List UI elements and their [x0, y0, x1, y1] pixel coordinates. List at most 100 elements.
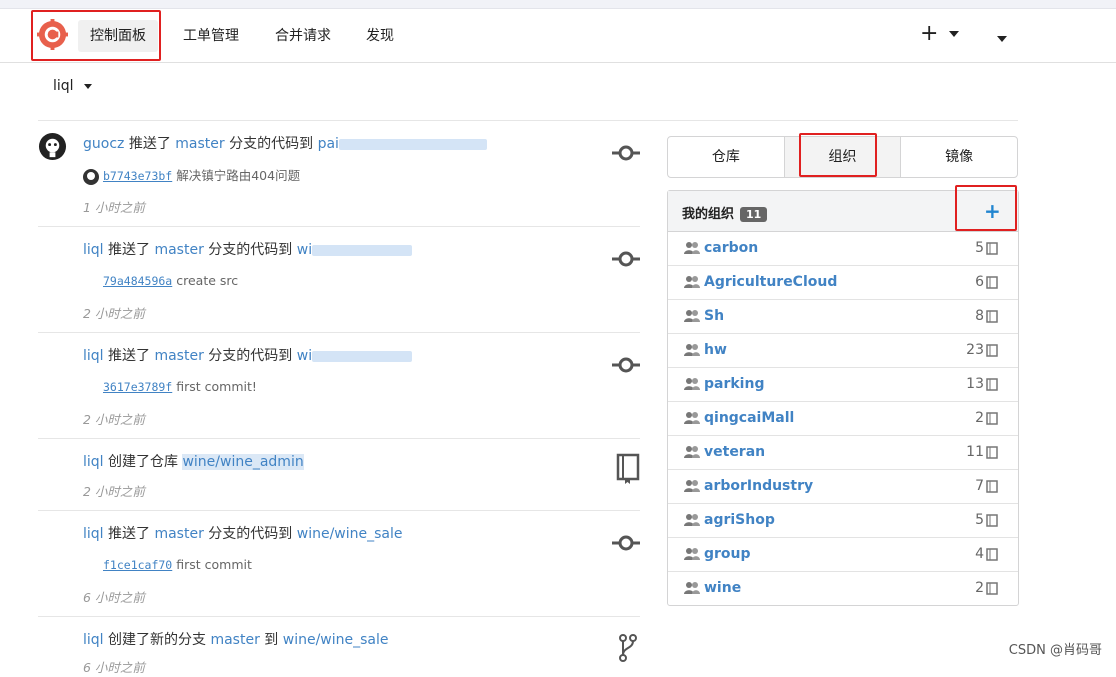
- create-new-button[interactable]: +: [920, 23, 959, 45]
- branch-link[interactable]: master: [154, 348, 203, 364]
- commit-message: create src: [176, 273, 238, 288]
- organization-name[interactable]: group: [704, 546, 751, 562]
- navbar: 控制面板 工单管理 合并请求 发现 +: [0, 9, 1116, 63]
- organization-row[interactable]: parking13: [668, 368, 1018, 402]
- commit-sha-link[interactable]: 79a484596a: [103, 274, 172, 288]
- action-text: 创建了仓库: [108, 454, 178, 470]
- organization-row[interactable]: AgricultureCloud 6: [668, 266, 1018, 300]
- tab-repositories[interactable]: 仓库: [668, 137, 785, 177]
- actor-link[interactable]: liql: [83, 454, 104, 470]
- organization-name[interactable]: hw: [704, 342, 727, 358]
- commit-sha-link[interactable]: 3617e3789f: [103, 380, 172, 394]
- organization-name[interactable]: arborIndustry: [704, 478, 813, 494]
- actor-link[interactable]: guocz: [83, 136, 124, 152]
- branch-link[interactable]: master: [175, 136, 224, 152]
- feed-item: liql 推送了 master 分支的代码到 wine/wine_sale f1…: [38, 511, 640, 617]
- book-icon: [986, 514, 998, 528]
- user-menu-dropdown[interactable]: [997, 36, 1007, 42]
- organization-repo-count: 6: [975, 274, 984, 290]
- organization-row[interactable]: Sh 8: [668, 300, 1018, 334]
- users-icon: [684, 377, 700, 391]
- users-icon: [684, 445, 700, 459]
- organization-name[interactable]: veteran: [704, 444, 765, 460]
- feed-item: liql 推送了 master 分支的代码到 wi 3617e3789f fir…: [38, 333, 640, 439]
- actor-link[interactable]: liql: [83, 242, 104, 258]
- users-icon: [684, 343, 700, 357]
- book-icon: [986, 582, 998, 596]
- repo-link[interactable]: wine/wine_admin: [182, 454, 303, 470]
- users-icon: [684, 479, 700, 493]
- timestamp: 1 小时之前: [83, 197, 145, 216]
- organization-row[interactable]: group4: [668, 538, 1018, 572]
- commit-sha-link[interactable]: f1ce1caf70: [103, 558, 172, 572]
- nav-explore[interactable]: 发现: [366, 20, 394, 52]
- organization-row[interactable]: arborIndustry7: [668, 470, 1018, 504]
- actor-link[interactable]: liql: [83, 348, 104, 364]
- action-mid-text: 到: [264, 632, 278, 648]
- add-organization-button[interactable]: +: [984, 199, 1001, 223]
- organization-repo-count: 2: [975, 580, 984, 596]
- organization-repo-count: 8: [975, 308, 984, 324]
- browser-top-strip: [0, 0, 1116, 9]
- repo-link[interactable]: wi: [297, 242, 312, 258]
- organization-row[interactable]: agriShop 5: [668, 504, 1018, 538]
- organization-name[interactable]: agriShop: [704, 512, 775, 528]
- feed-item: guocz 推送了 master 分支的代码到 pai b7743e73bf 解…: [38, 121, 640, 227]
- repo-link[interactable]: wi: [297, 348, 312, 364]
- tab-mirrors[interactable]: 镜像: [901, 137, 1017, 177]
- actor-link[interactable]: liql: [83, 632, 104, 648]
- organization-name[interactable]: wine: [704, 580, 741, 596]
- organization-row[interactable]: hw23: [668, 334, 1018, 368]
- redacted-text: [312, 245, 412, 256]
- repo-link[interactable]: pai: [318, 136, 339, 152]
- organization-list: carbon 5 AgricultureCloud 6 Sh 8 hw23parking13…: [668, 232, 1018, 606]
- organization-row[interactable]: veteran11: [668, 436, 1018, 470]
- branch-link[interactable]: master: [210, 632, 259, 648]
- nav-dashboard[interactable]: 控制面板: [78, 20, 158, 52]
- users-icon: [684, 547, 700, 561]
- redacted-text: [312, 351, 412, 362]
- organization-name[interactable]: parking: [704, 376, 764, 392]
- organization-row[interactable]: qingcaiMall2: [668, 402, 1018, 436]
- redacted-text: [339, 139, 487, 150]
- avatar: [83, 169, 99, 185]
- commit-icon: [612, 355, 640, 375]
- commit-message: 解决镇宁路由404问题: [176, 168, 300, 183]
- organization-repo-count: 5: [975, 240, 984, 256]
- plus-icon: +: [920, 21, 938, 46]
- book-icon: [986, 310, 998, 324]
- organization-repo-count: 5: [975, 512, 984, 528]
- organization-name[interactable]: qingcaiMall: [704, 410, 794, 426]
- chevron-down-icon: [949, 31, 959, 37]
- timestamp: 6 小时之前: [83, 587, 145, 606]
- organizations-title: 我的组织: [682, 207, 734, 222]
- organization-row[interactable]: carbon 5: [668, 232, 1018, 266]
- nav-issues[interactable]: 工单管理: [183, 20, 239, 52]
- book-icon: [986, 446, 998, 460]
- organization-row[interactable]: wine 2: [668, 572, 1018, 606]
- context-user-switcher[interactable]: liql: [53, 78, 92, 94]
- organization-name[interactable]: carbon: [704, 240, 758, 256]
- book-icon: [986, 344, 998, 358]
- gitea-logo-icon[interactable]: [37, 19, 68, 50]
- book-icon: [986, 480, 998, 494]
- repo-link[interactable]: wine/wine_sale: [283, 632, 389, 648]
- actor-link[interactable]: liql: [83, 526, 104, 542]
- timestamp: 6 小时之前: [83, 657, 145, 676]
- branch-link[interactable]: master: [154, 242, 203, 258]
- tab-organizations[interactable]: 组织: [785, 137, 902, 177]
- repo-link[interactable]: wine/wine_sale: [297, 526, 403, 542]
- commit-icon: [612, 143, 640, 163]
- organization-name[interactable]: AgricultureCloud: [704, 274, 837, 290]
- commit-sha-link[interactable]: b7743e73bf: [103, 169, 172, 183]
- organization-name[interactable]: Sh: [704, 308, 724, 324]
- book-icon: [986, 548, 998, 562]
- action-mid-text: 分支的代码到: [208, 348, 292, 364]
- book-icon: [986, 242, 998, 256]
- nav-pull-requests[interactable]: 合并请求: [275, 20, 331, 52]
- avatar[interactable]: [38, 132, 67, 161]
- chevron-down-icon: [84, 84, 92, 89]
- branch-link[interactable]: master: [154, 526, 203, 542]
- users-icon: [684, 241, 700, 255]
- action-text: 创建了新的分支: [108, 632, 206, 648]
